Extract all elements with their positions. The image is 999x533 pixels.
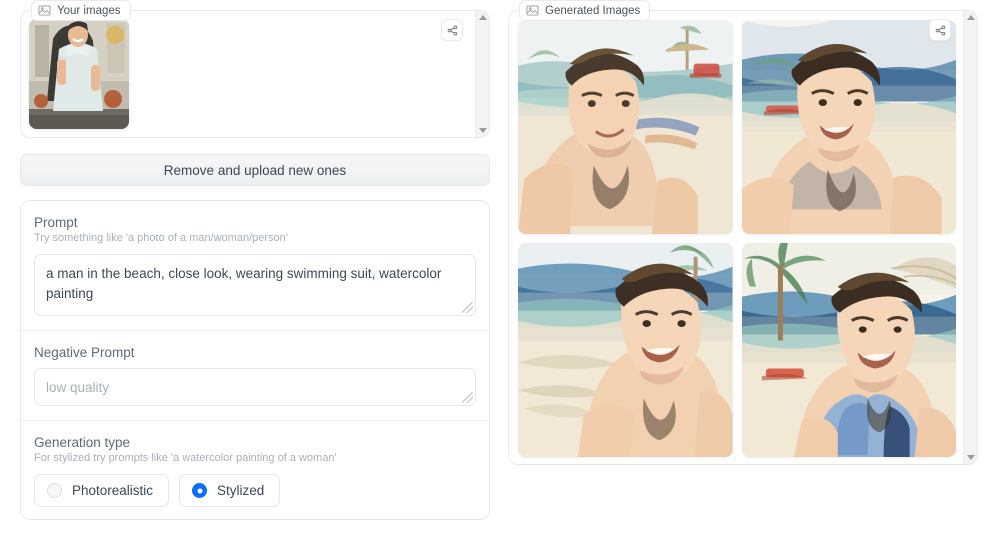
generated-images-label: Generated Images bbox=[519, 0, 651, 21]
share-icon bbox=[935, 25, 945, 35]
generated-image-1[interactable] bbox=[518, 20, 733, 234]
uploads-scrollbar[interactable] bbox=[475, 11, 489, 137]
uploaded-images-panel: Your images bbox=[20, 0, 490, 138]
radio-selected-icon[interactable] bbox=[192, 483, 208, 498]
generated-images-label-text: Generated Images bbox=[545, 4, 641, 17]
image-icon bbox=[526, 4, 539, 17]
negative-prompt-title: Negative Prompt bbox=[34, 345, 135, 360]
prompt-input[interactable]: a man in the beach, close look, wearing … bbox=[34, 254, 476, 316]
uploaded-images-label: Your images bbox=[31, 0, 131, 21]
image-icon bbox=[38, 4, 51, 17]
share-icon bbox=[447, 25, 457, 35]
share-icon-button-uploads[interactable] bbox=[441, 19, 463, 41]
generation-type-hint: For stylized try prompts like 'a waterco… bbox=[34, 452, 337, 464]
scroll-up-icon[interactable] bbox=[478, 15, 487, 20]
generated-image-4[interactable] bbox=[741, 243, 956, 457]
generation-type-option-photorealistic[interactable]: Photorealistic bbox=[34, 474, 170, 507]
generated-image-2[interactable] bbox=[741, 20, 956, 234]
scroll-down-icon[interactable] bbox=[478, 128, 487, 133]
uploaded-images-label-text: Your images bbox=[57, 4, 121, 17]
resize-grip-icon[interactable] bbox=[462, 392, 473, 403]
uploaded-thumbnail[interactable] bbox=[29, 19, 129, 129]
negative-prompt-input[interactable]: low quality bbox=[34, 368, 476, 406]
negative-prompt-placeholder: low quality bbox=[46, 380, 110, 395]
generation-type-title: Generation type bbox=[34, 435, 131, 450]
generation-type-option-stylized-label: Stylized bbox=[217, 483, 265, 498]
generated-image-3[interactable] bbox=[518, 243, 733, 457]
generated-images-panel: Generated Images bbox=[508, 0, 978, 465]
generation-type-option-stylized[interactable]: Stylized bbox=[179, 474, 281, 507]
resize-grip-icon[interactable] bbox=[462, 302, 473, 313]
remove-and-upload-button-label: Remove and upload new ones bbox=[163, 162, 347, 178]
prompt-input-value: a man in the beach, close look, wearing … bbox=[46, 266, 442, 301]
generation-form-card: Prompt Try something like 'a photo of a … bbox=[20, 200, 490, 520]
generation-type-options: Photorealistic Stylized bbox=[34, 474, 476, 507]
share-icon-button-generated[interactable] bbox=[929, 19, 951, 41]
scroll-down-icon[interactable] bbox=[966, 455, 975, 460]
scroll-up-icon[interactable] bbox=[966, 15, 975, 20]
prompt-title: Prompt bbox=[34, 215, 78, 230]
generated-images-scrollbar[interactable] bbox=[963, 11, 977, 464]
remove-and-upload-button[interactable]: Remove and upload new ones bbox=[20, 154, 490, 186]
prompt-section: Prompt Try something like 'a photo of a … bbox=[21, 201, 489, 330]
radio-unselected-icon[interactable] bbox=[47, 483, 62, 498]
negative-prompt-section: Negative Prompt low quality bbox=[21, 330, 489, 420]
generation-type-option-photorealistic-label: Photorealistic bbox=[72, 483, 154, 498]
prompt-hint: Try something like 'a photo of a man/wom… bbox=[34, 232, 288, 244]
image-generation-app: Your images Remove and upload new ones P… bbox=[0, 0, 999, 533]
generation-type-section: Generation type For stylized try prompts… bbox=[21, 420, 489, 519]
generated-images-grid bbox=[518, 20, 956, 457]
